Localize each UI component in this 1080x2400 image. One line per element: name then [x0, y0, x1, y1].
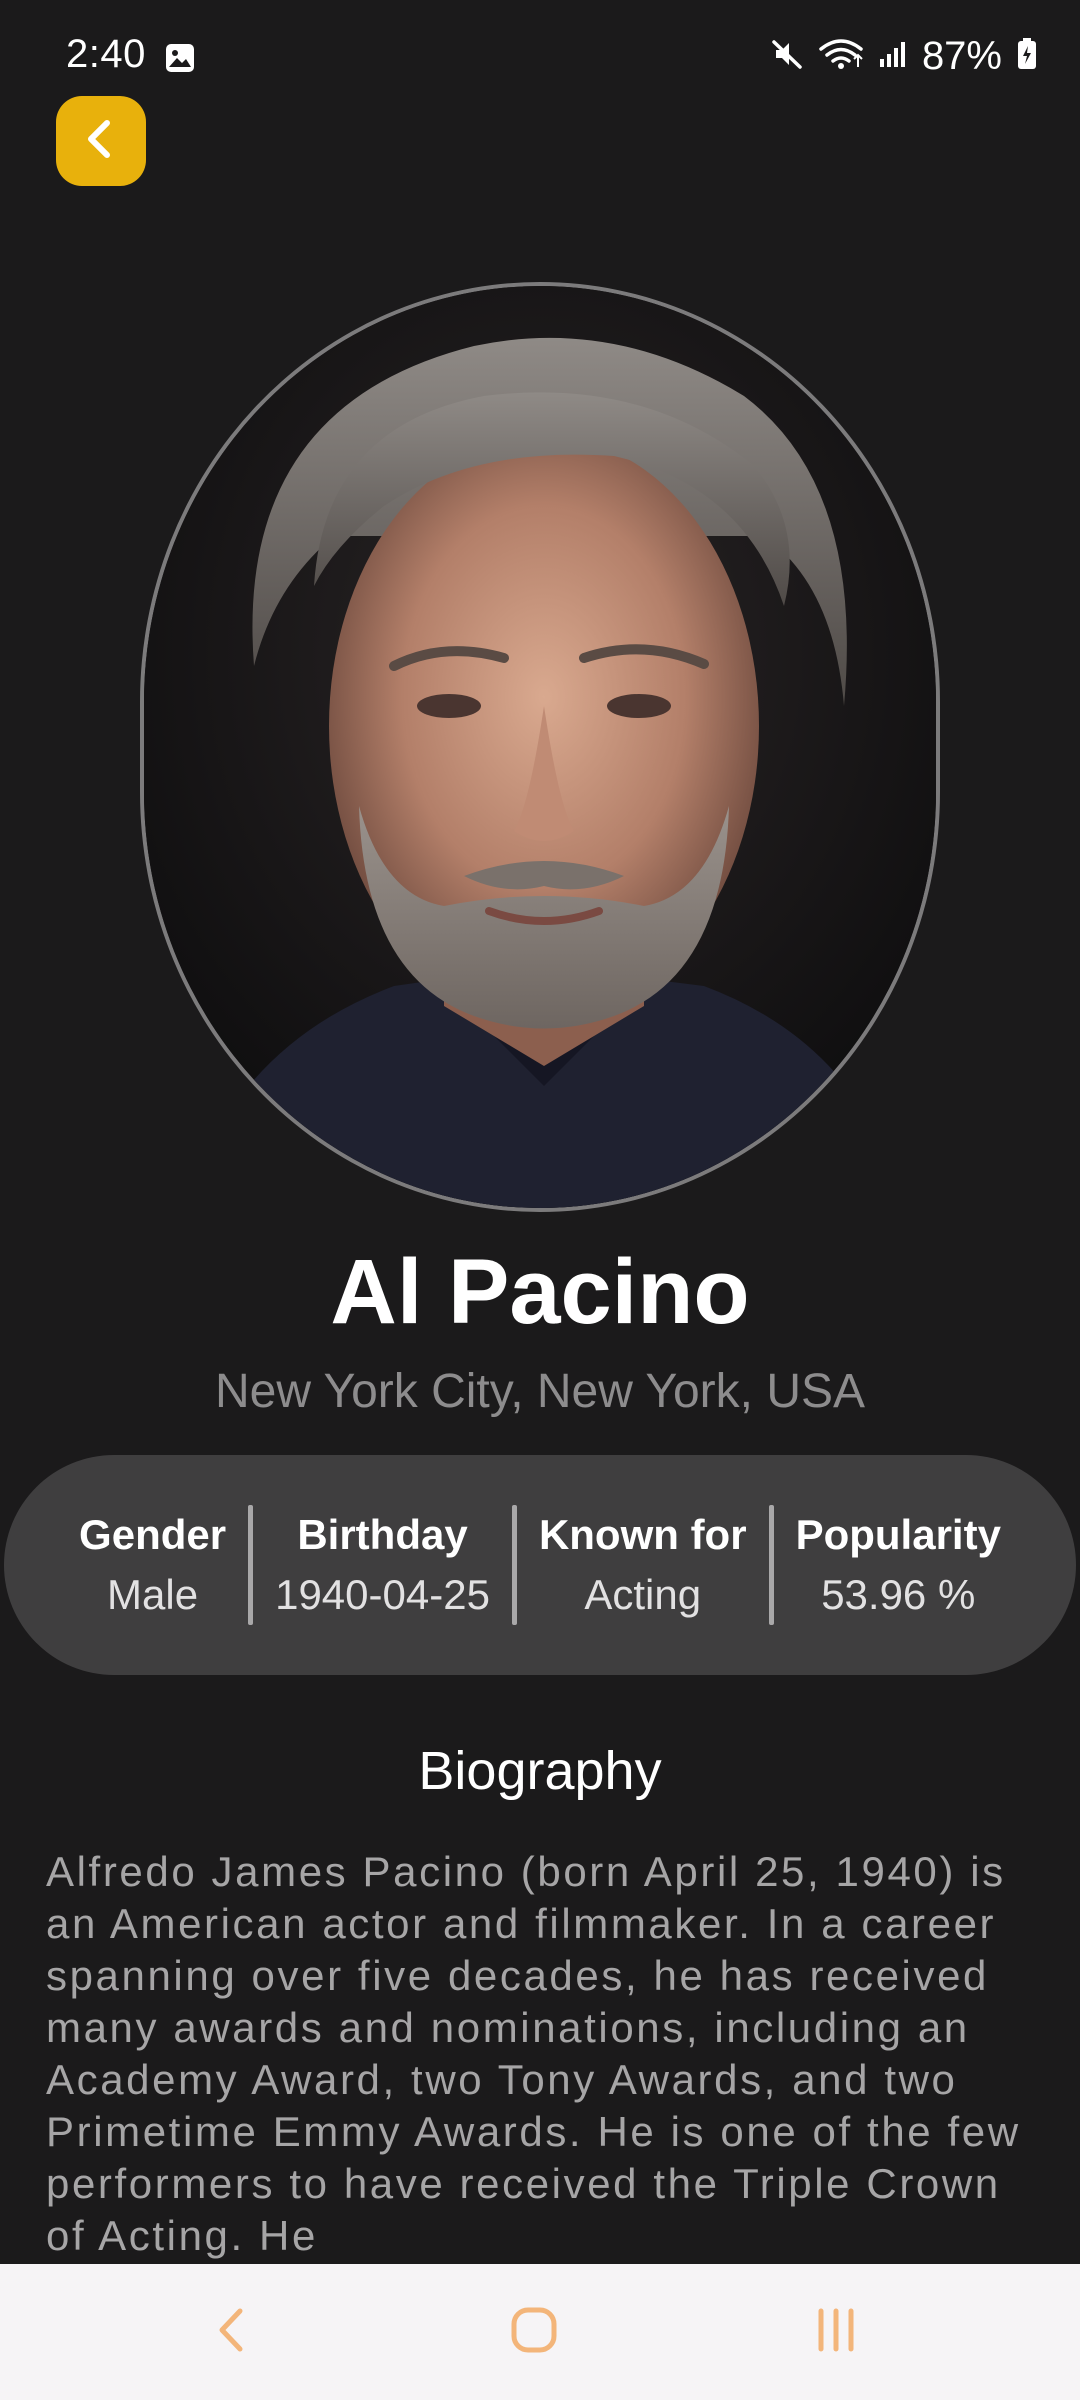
- nav-back-icon: [212, 2305, 252, 2360]
- nav-home-button[interactable]: [434, 2264, 634, 2400]
- info-birthday: Birthday 1940-04-25: [253, 1505, 512, 1625]
- status-time: 2:40: [66, 32, 146, 76]
- chevron-left-icon: [79, 117, 123, 166]
- info-popularity: Popularity 53.96 %: [774, 1505, 1023, 1625]
- info-label: Known for: [538, 1511, 747, 1558]
- info-value: Acting: [584, 1571, 702, 1618]
- actor-name: Al Pacino: [330, 1241, 750, 1343]
- status-bar: 2:40 87%: [0, 0, 1080, 110]
- battery-icon: [1016, 37, 1038, 76]
- info-label: Birthday: [297, 1511, 468, 1558]
- actor-detail-screen: 2:40 87% Al Pacino New York City, New Yo…: [0, 0, 1080, 2400]
- mute-icon: [770, 37, 804, 76]
- info-known-for: Known for Acting: [517, 1505, 769, 1625]
- nav-recents-icon: [811, 2305, 861, 2360]
- back-button[interactable]: [56, 96, 146, 186]
- biography-title: Biography: [418, 1741, 662, 1801]
- nav-back-button[interactable]: [132, 2264, 332, 2400]
- gallery-icon: [164, 42, 196, 74]
- nav-home-icon: [509, 2305, 559, 2360]
- status-icons: 87%: [770, 34, 1038, 79]
- battery-percent: 87%: [921, 34, 1002, 78]
- info-label: Gender: [79, 1511, 227, 1558]
- info-value: 53.96 %: [821, 1571, 976, 1618]
- biography-text: Alfredo James Pacino (born April 25, 194…: [46, 1848, 1021, 2259]
- info-value: Male: [107, 1571, 199, 1618]
- system-nav-bar: [0, 2264, 1080, 2400]
- wifi-icon: [818, 37, 864, 76]
- actor-birthplace: New York City, New York, USA: [214, 1365, 866, 1418]
- actor-portrait: [140, 282, 940, 1212]
- nav-recents-button[interactable]: [736, 2264, 936, 2400]
- signal-icon: [878, 39, 908, 74]
- info-label: Popularity: [795, 1511, 1001, 1558]
- info-gender: Gender Male: [57, 1505, 248, 1625]
- info-card: Gender Male Birthday 1940-04-25 Known fo…: [4, 1455, 1076, 1675]
- info-value: 1940-04-25: [275, 1571, 490, 1618]
